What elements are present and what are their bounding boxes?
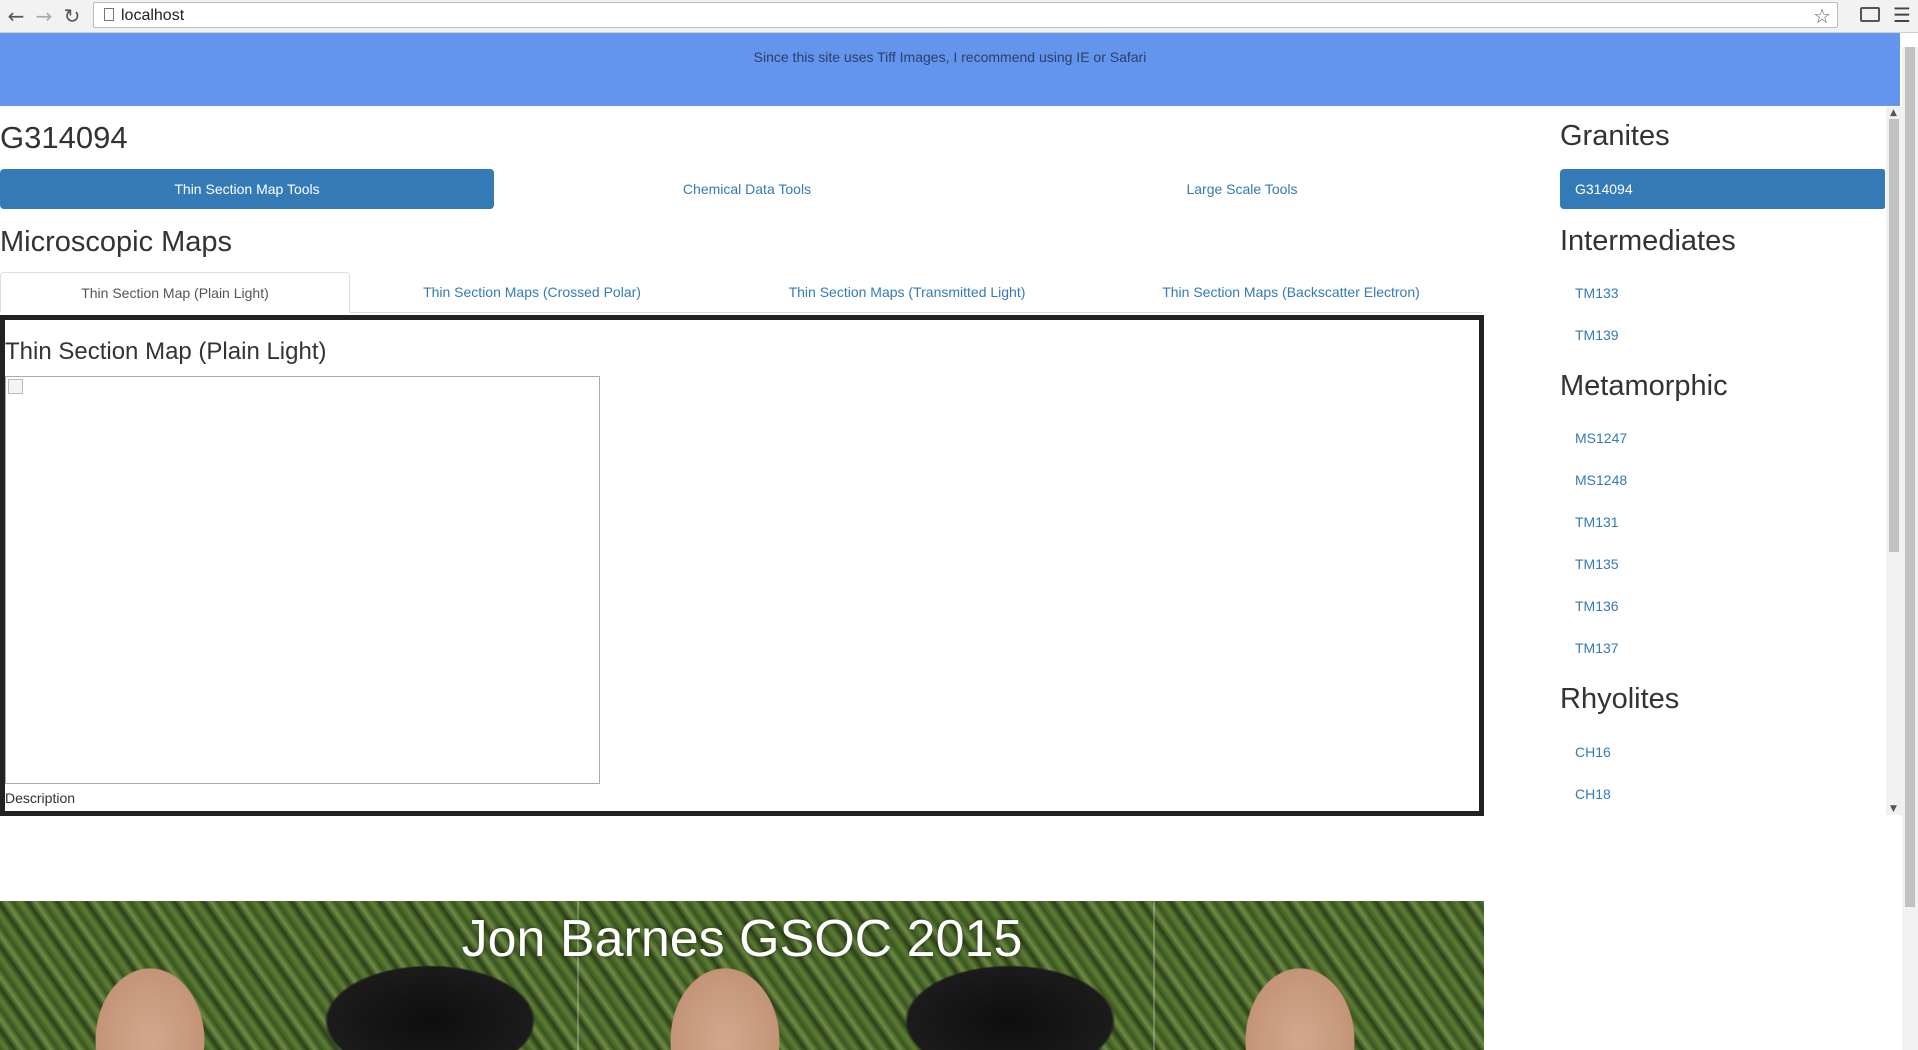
back-icon[interactable]: ← xyxy=(4,4,28,28)
broken-image-icon xyxy=(8,379,23,394)
sidebar-item-g314094[interactable]: G314094 xyxy=(1560,169,1885,209)
forward-icon[interactable]: → xyxy=(32,4,56,28)
bookmark-star-icon[interactable]: ☆ xyxy=(1813,4,1831,28)
group-heading-rhyolites: Rhyolites xyxy=(1560,683,1680,715)
sidebar-item-tm131[interactable]: TM131 xyxy=(1560,502,1885,542)
tab-large-scale-tools[interactable]: Large Scale Tools xyxy=(995,169,1489,209)
group-heading-granites: Granites xyxy=(1560,120,1670,152)
thin-section-map-image[interactable] xyxy=(5,376,600,784)
scroll-up-icon[interactable]: ▲ xyxy=(1890,108,1897,118)
sample-sidebar: Granites G314094 Intermediates TM133 TM1… xyxy=(1557,120,1885,810)
map-panel: Thin Section Map (Plain Light) Descripti… xyxy=(0,315,1484,816)
site-banner: Since this site uses Tiff Images, I reco… xyxy=(0,33,1900,106)
page-icon xyxy=(104,8,114,21)
sidebar-item-ch18[interactable]: CH18 xyxy=(1560,774,1885,810)
tab-backscatter-electron[interactable]: Thin Section Maps (Backscatter Electron) xyxy=(1100,272,1482,313)
sidebar-item-ms1247[interactable]: MS1247 xyxy=(1560,418,1885,458)
tab-crossed-polar[interactable]: Thin Section Maps (Crossed Polar) xyxy=(350,272,714,313)
group-heading-metamorphic: Metamorphic xyxy=(1560,370,1728,402)
footer-banner: Jon Barnes GSOC 2015 xyxy=(0,901,1484,1050)
sidebar-item-tm133[interactable]: TM133 xyxy=(1560,273,1885,313)
banner-note: Since this site uses Tiff Images, I reco… xyxy=(753,49,1147,65)
footer-title: Jon Barnes GSOC 2015 xyxy=(461,910,1023,968)
tab-thin-section-map-tools[interactable]: Thin Section Map Tools xyxy=(0,169,494,209)
tab-transmitted-light[interactable]: Thin Section Maps (Transmitted Light) xyxy=(714,272,1100,313)
group-heading-intermediates: Intermediates xyxy=(1560,225,1736,257)
sidebar-item-tm136[interactable]: TM136 xyxy=(1560,586,1885,626)
sidebar-item-tm135[interactable]: TM135 xyxy=(1560,544,1885,584)
map-tabs: Thin Section Map (Plain Light) Thin Sect… xyxy=(0,272,1482,313)
sidebar-scrollbar[interactable]: ▲ ▼ xyxy=(1886,107,1902,815)
address-bar[interactable]: localhost ☆ xyxy=(93,2,1838,28)
tool-tabs: Thin Section Map Tools Chemical Data Too… xyxy=(0,169,1482,209)
sidebar-item-tm139[interactable]: TM139 xyxy=(1560,315,1885,355)
cast-icon[interactable] xyxy=(1860,7,1880,22)
sidebar-item-tm137[interactable]: TM137 xyxy=(1560,628,1885,668)
section-title: Microscopic Maps xyxy=(0,226,233,258)
browser-toolbar: ← → ↻ localhost ☆ ☰ xyxy=(0,0,1918,33)
tab-plain-light[interactable]: Thin Section Map (Plain Light) xyxy=(0,272,350,313)
page-scrollbar-thumb[interactable] xyxy=(1905,47,1915,907)
scroll-down-icon[interactable]: ▼ xyxy=(1890,804,1897,814)
page-viewport: Since this site uses Tiff Images, I reco… xyxy=(0,33,1918,1050)
page-scrollbar[interactable] xyxy=(1902,47,1918,1050)
map-panel-title: Thin Section Map (Plain Light) xyxy=(5,338,327,365)
sidebar-item-ch16[interactable]: CH16 xyxy=(1560,732,1885,772)
sidebar-scrollbar-thumb[interactable] xyxy=(1889,119,1899,552)
menu-icon[interactable]: ☰ xyxy=(1893,3,1911,27)
tab-chemical-data-tools[interactable]: Chemical Data Tools xyxy=(500,169,994,209)
map-description: Description xyxy=(5,790,76,806)
reload-icon[interactable]: ↻ xyxy=(60,4,84,28)
sidebar-item-ms1248[interactable]: MS1248 xyxy=(1560,460,1885,500)
address-url[interactable]: localhost xyxy=(121,7,184,25)
page-title: G314094 xyxy=(0,120,128,155)
